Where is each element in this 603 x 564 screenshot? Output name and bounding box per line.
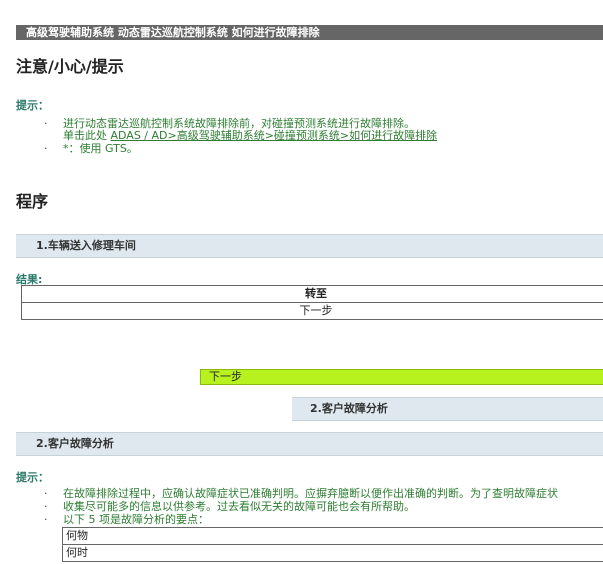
tip-text: 收集尽可能多的信息以供参考。过去看似无关的故障可能也会有所帮助。 <box>63 500 415 513</box>
bullet-dot: · <box>44 513 48 526</box>
page-title: 注意/小心/提示 <box>16 57 124 76</box>
tip-label: 提示： <box>16 99 49 112</box>
tip-text: *：使用 GTS。 <box>63 142 138 155</box>
table-header-cell: 转至 <box>21 285 603 303</box>
step-header: 2.客户故障分析 <box>16 432 603 456</box>
result-table: 转至 下一步 <box>21 285 603 320</box>
tip-bullet-item: · 收集尽可能多的信息以供参考。过去看似无关的故障可能也会有所帮助。 <box>44 501 603 513</box>
tip-text: 以下 5 项是故障分析的要点： <box>63 513 209 526</box>
next-step-button[interactable]: 下一步 <box>200 369 603 385</box>
tip-bullet-item: · *：使用 GTS。 <box>44 143 603 155</box>
breadcrumb: 高级驾驶辅助系统 动态雷达巡航控制系统 如何进行故障排除 <box>16 25 603 40</box>
analysis-points-table: 何物 何时 <box>62 527 603 562</box>
procedure-title: 程序 <box>16 192 49 211</box>
table-cell: 何时 <box>62 544 603 562</box>
table-cell: 下一步 <box>21 302 603 320</box>
tip-label: 提示： <box>16 471 49 484</box>
tip-link-prefix: 单击此处 <box>63 129 111 142</box>
tip-bullet-item: · 在故障排除过程中，应确认故障症状已准确判明。应摒弃臆断以便作出准确的判断。为… <box>44 488 603 500</box>
collision-system-link[interactable]: ADAS / AD>高级驾驶辅助系统>碰撞预测系统>如何进行故障排除 <box>111 129 438 142</box>
bullet-dot: · <box>44 117 48 130</box>
table-cell: 何物 <box>62 527 603 545</box>
tip-text: 在故障排除过程中，应确认故障症状已准确判明。应摒弃臆断以便作出准确的判断。为了查… <box>63 487 558 500</box>
bullet-dot: · <box>44 142 48 155</box>
step-header: 1.车辆送入修理车间 <box>16 234 603 258</box>
step-nav-link[interactable]: 2.客户故障分析 <box>292 397 603 421</box>
bullet-dot: · <box>44 500 48 513</box>
bullet-dot: · <box>44 487 48 500</box>
tip-bullet-item: · 以下 5 项是故障分析的要点： <box>44 514 603 526</box>
tip-link-line: 单击此处 ADAS / AD>高级驾驶辅助系统>碰撞预测系统>如何进行故障排除 <box>63 130 437 142</box>
